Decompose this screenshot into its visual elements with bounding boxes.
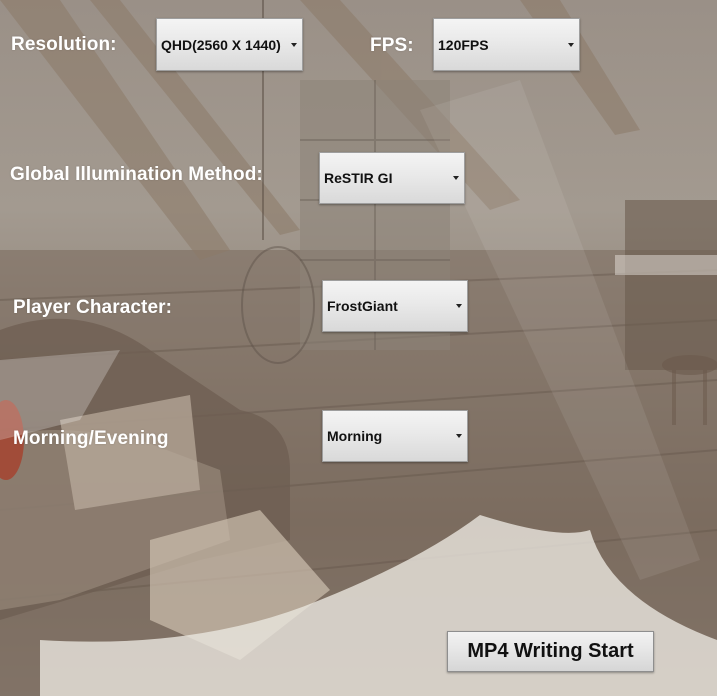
gi-method-dropdown[interactable]: ReSTIR GI	[319, 152, 465, 204]
chevron-down-icon	[456, 434, 462, 438]
chevron-down-icon	[568, 42, 574, 47]
resolution-label: Resolution:	[11, 34, 117, 55]
player-character-selected-value: FrostGiant	[327, 298, 398, 314]
fps-selected-value: 120FPS	[438, 36, 489, 53]
time-of-day-label: Morning/Evening	[13, 428, 169, 449]
gi-method-selected-value: ReSTIR GI	[324, 170, 393, 186]
time-of-day-selected-value: Morning	[327, 428, 383, 444]
time-of-day-dropdown[interactable]: Morning	[322, 410, 468, 462]
player-character-dropdown[interactable]: FrostGiant	[322, 280, 468, 332]
chevron-down-icon	[291, 42, 297, 47]
chevron-down-icon	[453, 176, 459, 180]
resolution-selected-value: QHD(2560 X 1440)	[161, 36, 281, 53]
attic-scene-illustration	[0, 0, 717, 696]
fps-label: FPS:	[370, 35, 414, 56]
player-character-label: Player Character:	[13, 297, 173, 318]
attic-scene-background	[0, 0, 717, 696]
gi-method-label: Global Illumination Method:	[10, 164, 263, 185]
resolution-dropdown[interactable]: QHD(2560 X 1440)	[156, 18, 303, 71]
chevron-down-icon	[456, 304, 462, 308]
fps-dropdown[interactable]: 120FPS	[433, 18, 580, 71]
mp4-writing-start-button[interactable]: MP4 Writing Start	[447, 631, 654, 672]
